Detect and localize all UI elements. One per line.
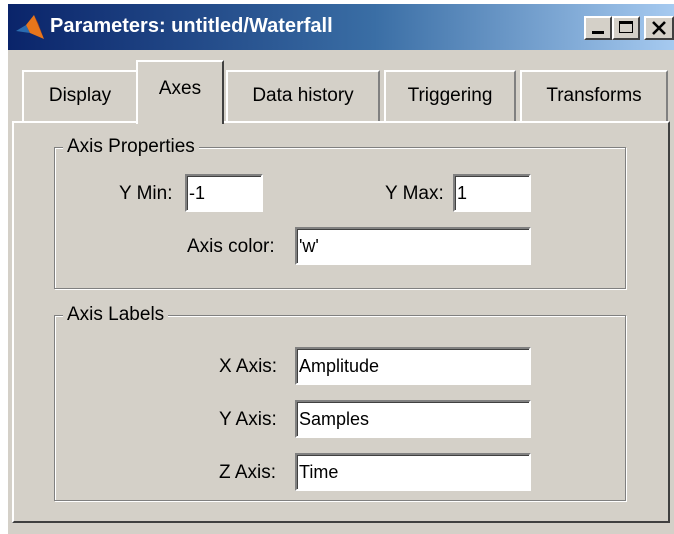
tab-display[interactable]: Display — [22, 70, 138, 122]
x-axis-input[interactable] — [295, 347, 531, 385]
axis-labels-group: Axis Labels X Axis: Y Axis: Z Axis: — [54, 304, 626, 501]
axis-color-label: Axis color: — [187, 236, 275, 257]
y-axis-label: Y Axis: — [219, 409, 277, 430]
maximize-icon[interactable] — [612, 16, 640, 40]
tab-label: Data history — [252, 85, 354, 106]
tab-label: Transforms — [546, 85, 642, 106]
matlab-logo-icon — [16, 15, 44, 39]
y-axis-input[interactable] — [295, 400, 531, 438]
close-icon — [652, 21, 666, 35]
y-max-label: Y Max: — [385, 183, 444, 204]
group-title: Axis Properties — [63, 136, 199, 158]
tab-data-history[interactable]: Data history — [226, 70, 380, 122]
tab-label: Display — [48, 85, 112, 106]
parameters-dialog: Parameters: untitled/Waterfall Display A… — [8, 4, 674, 534]
z-axis-input[interactable] — [295, 453, 531, 491]
tab-axes[interactable]: Axes — [136, 60, 224, 124]
z-axis-label: Z Axis: — [219, 462, 277, 483]
minimize-icon[interactable] — [584, 16, 612, 40]
axes-tab-panel: Axis Properties Y Min: Y Max: Axis color… — [12, 121, 670, 523]
y-max-input[interactable] — [453, 174, 531, 212]
tab-triggering[interactable]: Triggering — [384, 70, 516, 122]
tab-label: Axes — [158, 78, 202, 99]
x-axis-label: X Axis: — [219, 356, 278, 377]
window-title: Parameters: untitled/Waterfall — [50, 15, 333, 37]
y-min-input[interactable] — [185, 174, 263, 212]
tab-transforms[interactable]: Transforms — [520, 70, 668, 122]
close-button[interactable] — [644, 16, 674, 40]
y-min-label: Y Min: — [119, 183, 173, 204]
title-bar[interactable]: Parameters: untitled/Waterfall — [8, 4, 674, 50]
tab-label: Triggering — [407, 85, 493, 106]
axis-properties-group: Axis Properties Y Min: Y Max: Axis color… — [54, 136, 626, 289]
group-title: Axis Labels — [63, 304, 169, 326]
axis-color-input[interactable] — [295, 227, 531, 265]
